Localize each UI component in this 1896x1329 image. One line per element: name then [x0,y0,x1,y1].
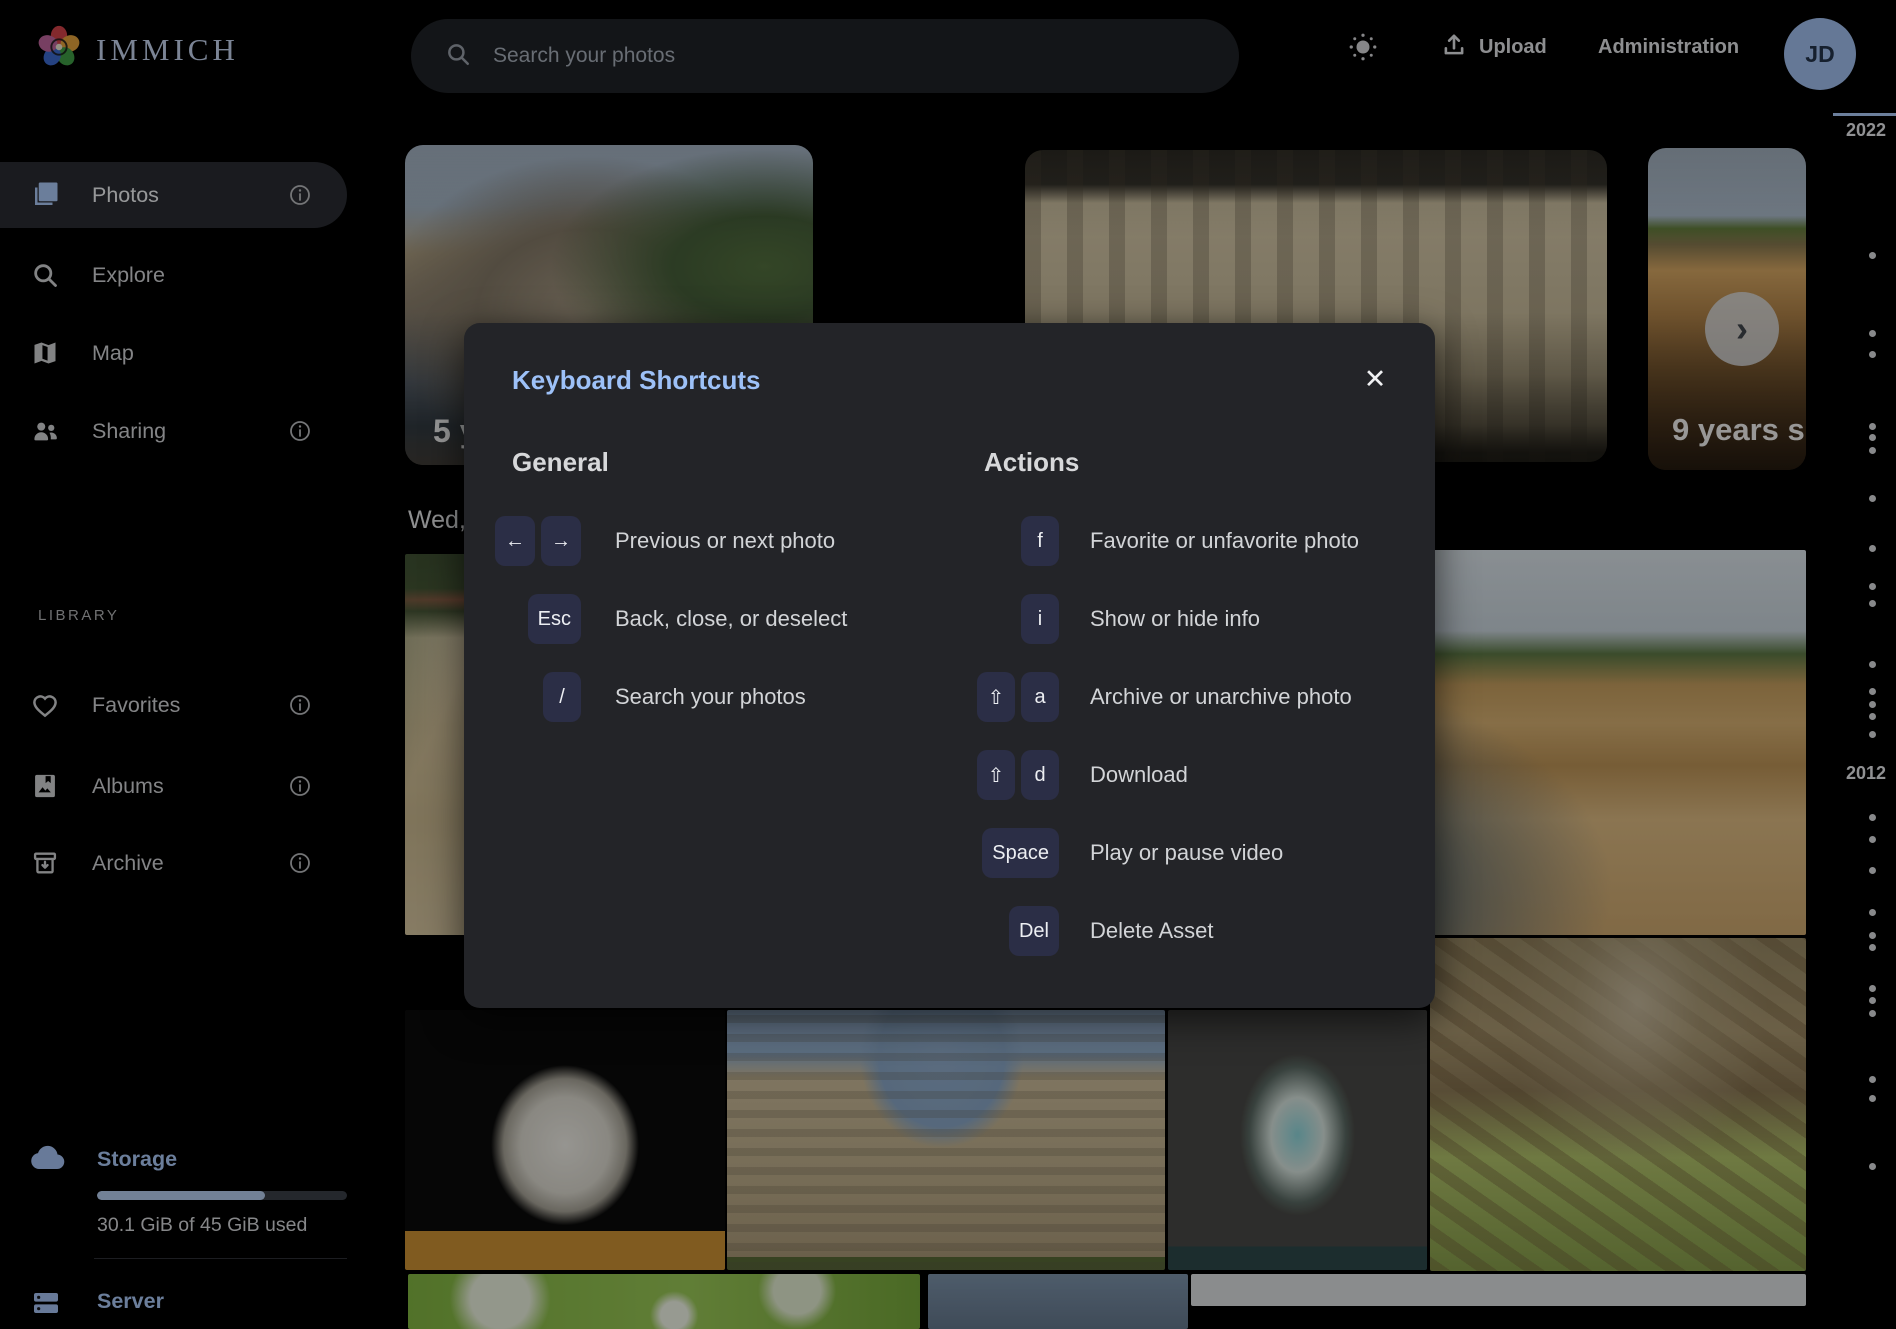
shortcut-row: i Show or hide info [973,580,1359,658]
key-cap: f [1021,516,1059,566]
shortcut-row: Space Play or pause video [973,814,1359,892]
keyboard-shortcuts-modal: Keyboard Shortcuts ✕ General Actions ← →… [464,323,1435,1008]
key-cap: Esc [528,594,581,644]
shortcut-label: Back, close, or deselect [615,606,847,632]
key-cap: a [1021,672,1059,722]
shortcut-label: Download [1090,762,1188,788]
shortcut-label: Favorite or unfavorite photo [1090,528,1359,554]
shortcut-label: Archive or unarchive photo [1090,684,1352,710]
section-heading-general: General [512,447,609,478]
key-cap: ← [495,516,535,566]
shortcut-row: Del Delete Asset [973,892,1359,970]
shortcut-label: Show or hide info [1090,606,1260,632]
key-cap: → [541,516,581,566]
key-cap: i [1021,594,1059,644]
shortcut-row: Esc Back, close, or deselect [488,580,847,658]
shortcut-row: / Search your photos [488,658,847,736]
shortcut-row: f Favorite or unfavorite photo [973,502,1359,580]
shortcut-row: ⇧ a Archive or unarchive photo [973,658,1359,736]
shortcut-column-general: ← → Previous or next photo Esc Back, clo… [488,502,847,736]
shortcut-label: Delete Asset [1090,918,1214,944]
key-cap: / [543,672,581,722]
key-cap-shift: ⇧ [977,750,1015,800]
close-icon: ✕ [1364,364,1387,395]
shortcut-label: Previous or next photo [615,528,835,554]
key-cap: d [1021,750,1059,800]
key-cap-shift: ⇧ [977,672,1015,722]
shortcut-label: Play or pause video [1090,840,1283,866]
shortcut-label: Search your photos [615,684,806,710]
shortcut-column-actions: f Favorite or unfavorite photo i Show or… [973,502,1359,970]
close-button[interactable]: ✕ [1351,355,1399,403]
section-heading-actions: Actions [984,447,1079,478]
shortcut-row: ⇧ d Download [973,736,1359,814]
key-cap: Del [1009,906,1059,956]
key-cap: Space [982,828,1059,878]
modal-title: Keyboard Shortcuts [512,365,761,396]
shortcut-row: ← → Previous or next photo [488,502,847,580]
